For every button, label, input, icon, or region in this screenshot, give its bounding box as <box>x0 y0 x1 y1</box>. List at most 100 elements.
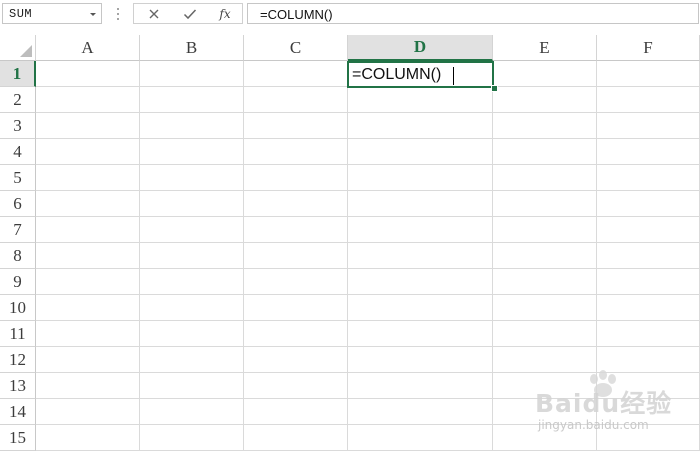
cell-d3[interactable] <box>348 113 493 139</box>
cell-b9[interactable] <box>140 269 244 295</box>
cell-c1[interactable] <box>244 61 348 87</box>
cell-b11[interactable] <box>140 321 244 347</box>
cell-d15[interactable] <box>348 425 493 451</box>
row-header-11[interactable]: 11 <box>0 321 36 347</box>
cell-b1[interactable] <box>140 61 244 87</box>
row-header-4[interactable]: 4 <box>0 139 36 165</box>
cell-b4[interactable] <box>140 139 244 165</box>
cell-a6[interactable] <box>36 191 140 217</box>
cell-f7[interactable] <box>597 217 700 243</box>
cell-a7[interactable] <box>36 217 140 243</box>
row-header-1[interactable]: 1 <box>0 61 36 87</box>
cell-d6[interactable] <box>348 191 493 217</box>
row-header-2[interactable]: 2 <box>0 87 36 113</box>
select-all-button[interactable] <box>0 35 36 61</box>
cell-b10[interactable] <box>140 295 244 321</box>
cell-e11[interactable] <box>493 321 597 347</box>
cell-c4[interactable] <box>244 139 348 165</box>
cell-f9[interactable] <box>597 269 700 295</box>
cell-a5[interactable] <box>36 165 140 191</box>
cell-d13[interactable] <box>348 373 493 399</box>
row-header-3[interactable]: 3 <box>0 113 36 139</box>
fill-handle[interactable] <box>491 85 498 92</box>
active-cell-editor[interactable]: =COLUMN() <box>347 61 494 88</box>
cell-b15[interactable] <box>140 425 244 451</box>
cell-c3[interactable] <box>244 113 348 139</box>
cell-a11[interactable] <box>36 321 140 347</box>
cell-d2[interactable] <box>348 87 493 113</box>
cell-d4[interactable] <box>348 139 493 165</box>
row-header-12[interactable]: 12 <box>0 347 36 373</box>
cell-a14[interactable] <box>36 399 140 425</box>
cell-f8[interactable] <box>597 243 700 269</box>
cell-b12[interactable] <box>140 347 244 373</box>
cell-c12[interactable] <box>244 347 348 373</box>
cell-e7[interactable] <box>493 217 597 243</box>
cell-d9[interactable] <box>348 269 493 295</box>
cell-c9[interactable] <box>244 269 348 295</box>
cell-e4[interactable] <box>493 139 597 165</box>
column-header-f[interactable]: F <box>597 35 700 61</box>
cell-c2[interactable] <box>244 87 348 113</box>
cell-f10[interactable] <box>597 295 700 321</box>
cell-c10[interactable] <box>244 295 348 321</box>
cell-b14[interactable] <box>140 399 244 425</box>
row-header-7[interactable]: 7 <box>0 217 36 243</box>
formula-input[interactable]: =COLUMN() <box>247 3 699 24</box>
cancel-button[interactable] <box>140 4 168 23</box>
cell-f5[interactable] <box>597 165 700 191</box>
cell-f4[interactable] <box>597 139 700 165</box>
cell-c6[interactable] <box>244 191 348 217</box>
cell-b3[interactable] <box>140 113 244 139</box>
column-header-a[interactable]: A <box>36 35 140 61</box>
cell-c5[interactable] <box>244 165 348 191</box>
cell-f3[interactable] <box>597 113 700 139</box>
cell-a3[interactable] <box>36 113 140 139</box>
row-header-13[interactable]: 13 <box>0 373 36 399</box>
cell-d14[interactable] <box>348 399 493 425</box>
drag-handle-icon[interactable] <box>115 6 121 22</box>
cell-d8[interactable] <box>348 243 493 269</box>
cell-a12[interactable] <box>36 347 140 373</box>
cell-d11[interactable] <box>348 321 493 347</box>
cell-a1[interactable] <box>36 61 140 87</box>
cell-a15[interactable] <box>36 425 140 451</box>
column-header-c[interactable]: C <box>244 35 348 61</box>
cell-e2[interactable] <box>493 87 597 113</box>
cell-b8[interactable] <box>140 243 244 269</box>
row-header-6[interactable]: 6 <box>0 191 36 217</box>
column-header-d[interactable]: D <box>348 35 493 61</box>
chevron-down-icon[interactable] <box>88 8 98 20</box>
cell-f1[interactable] <box>597 61 700 87</box>
cell-b13[interactable] <box>140 373 244 399</box>
row-header-15[interactable]: 15 <box>0 425 36 451</box>
row-header-9[interactable]: 9 <box>0 269 36 295</box>
enter-button[interactable] <box>176 4 204 23</box>
cell-b7[interactable] <box>140 217 244 243</box>
cell-e9[interactable] <box>493 269 597 295</box>
cell-e3[interactable] <box>493 113 597 139</box>
cell-a2[interactable] <box>36 87 140 113</box>
insert-function-button[interactable]: fx <box>211 4 239 23</box>
cell-a4[interactable] <box>36 139 140 165</box>
column-header-b[interactable]: B <box>140 35 244 61</box>
cell-d7[interactable] <box>348 217 493 243</box>
cell-d10[interactable] <box>348 295 493 321</box>
row-header-10[interactable]: 10 <box>0 295 36 321</box>
row-header-14[interactable]: 14 <box>0 399 36 425</box>
cell-d5[interactable] <box>348 165 493 191</box>
cell-a13[interactable] <box>36 373 140 399</box>
cell-a9[interactable] <box>36 269 140 295</box>
cell-e6[interactable] <box>493 191 597 217</box>
cell-f11[interactable] <box>597 321 700 347</box>
cell-c11[interactable] <box>244 321 348 347</box>
cell-e1[interactable] <box>493 61 597 87</box>
cell-b6[interactable] <box>140 191 244 217</box>
name-box[interactable]: SUM <box>2 3 102 24</box>
row-header-5[interactable]: 5 <box>0 165 36 191</box>
cell-f2[interactable] <box>597 87 700 113</box>
cell-c15[interactable] <box>244 425 348 451</box>
cell-c14[interactable] <box>244 399 348 425</box>
column-header-e[interactable]: E <box>493 35 597 61</box>
cell-b2[interactable] <box>140 87 244 113</box>
